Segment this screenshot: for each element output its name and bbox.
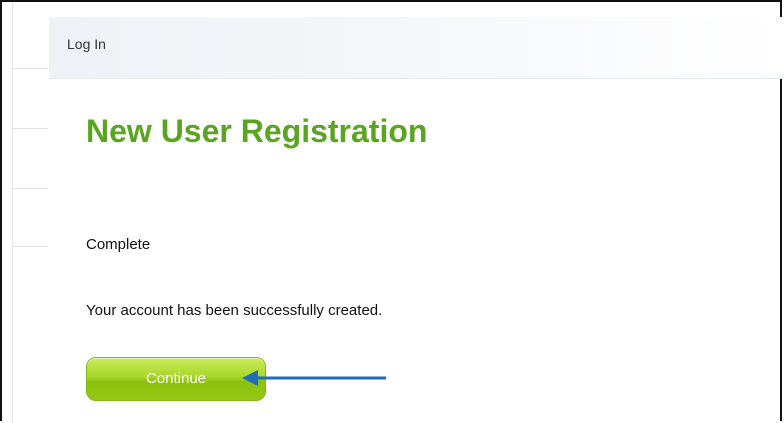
header-bar: Log In xyxy=(49,17,782,79)
step-label: Complete xyxy=(86,236,151,253)
page-title: New User Registration xyxy=(86,113,428,149)
rail-divider xyxy=(12,246,48,247)
success-message: Your account has been successfully creat… xyxy=(86,302,383,319)
continue-button[interactable]: Continue xyxy=(86,357,266,401)
arrow-left-icon xyxy=(242,370,386,386)
rail-divider xyxy=(12,68,48,69)
rail-divider xyxy=(12,128,48,129)
rail-divider xyxy=(12,188,48,189)
breadcrumb-login[interactable]: Log In xyxy=(67,36,106,52)
left-rail xyxy=(12,2,48,423)
page-frame: Log In New User Registration Complete Yo… xyxy=(0,0,782,423)
